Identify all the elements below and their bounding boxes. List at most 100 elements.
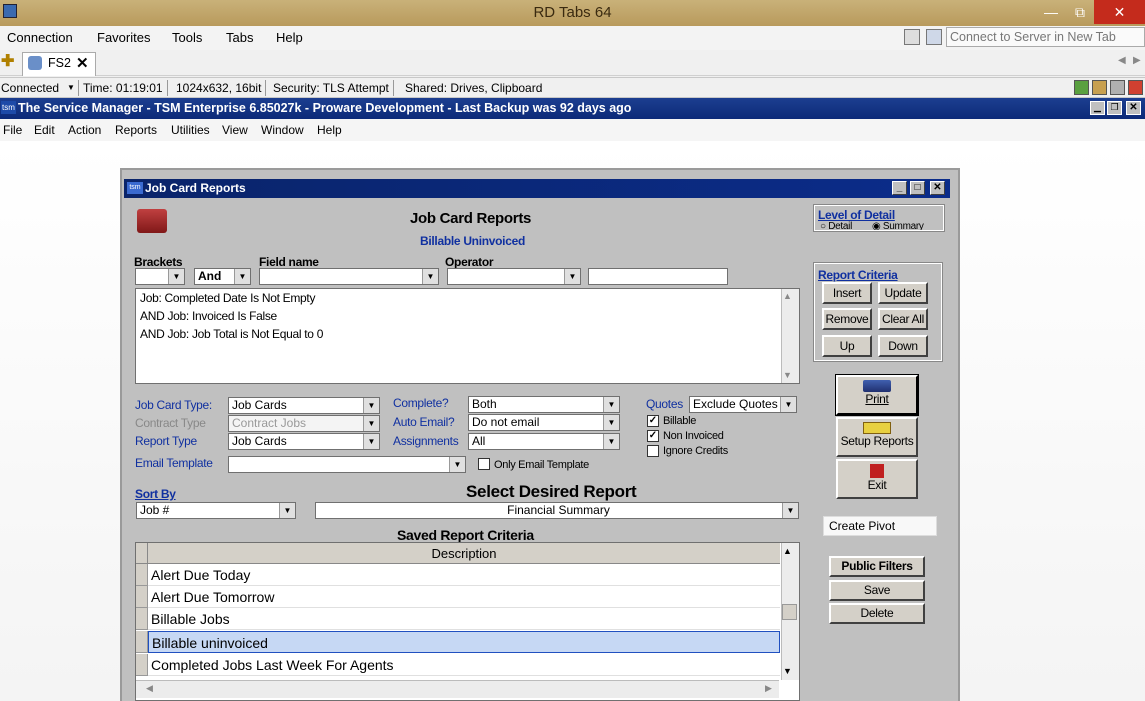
connect-server-input[interactable]: Connect to Server in New Tab [946,27,1145,47]
tsm-menu-utilities[interactable]: Utilities [171,123,210,137]
email-template-select[interactable]: ▼ [228,456,466,473]
scrollbar-thumb[interactable] [782,604,797,620]
tsm-menu-window[interactable]: Window [261,123,304,137]
insert-button[interactable]: Insert [822,282,872,304]
assignments-value: All [472,434,486,448]
update-button[interactable]: Update [878,282,928,304]
minimize-button[interactable]: — [1036,0,1066,24]
billable-checkbox[interactable]: ✓ [647,415,659,427]
only-email-template-checkbox[interactable] [478,458,490,470]
public-filters-button[interactable]: Public Filters [829,556,925,577]
chevron-down-icon: ▼ [603,397,619,412]
menu-connection[interactable]: Connection [7,30,73,45]
assignments-select[interactable]: All ▼ [468,433,620,450]
and-or-select[interactable]: And ▼ [194,268,251,285]
tsm-menu-reports[interactable]: Reports [115,123,157,137]
table-row[interactable]: Billable Jobs [148,608,780,630]
ignore-credits-checkbox[interactable] [647,445,659,457]
tsm-restore-button[interactable]: ❐ [1107,101,1122,115]
menu-tools[interactable]: Tools [172,30,202,45]
status-screen-icon[interactable] [1110,80,1125,95]
tsm-menu-file[interactable]: File [3,123,22,137]
tsm-menu-help[interactable]: Help [317,123,342,137]
close-tab-icon[interactable]: ✕ [76,54,89,72]
print-button[interactable]: Print [835,374,919,416]
criteria-scrollbar[interactable] [781,289,799,383]
dialog-maximize-button[interactable]: □ [910,181,925,195]
tsm-menu-view[interactable]: View [222,123,248,137]
auto-email-label: Auto Email? [393,415,455,429]
summary-radio[interactable]: ◉ Summary [872,221,924,230]
disconnect-icon[interactable] [1128,80,1143,95]
dialog-close-button[interactable]: ✕ [930,181,945,195]
dialog-subheading: Billable Uninvoiced [420,234,525,248]
select-report-select[interactable]: Financial Summary ▼ [315,502,799,519]
table-row-selected[interactable]: Billable uninvoiced [148,631,780,653]
scroll-down-icon[interactable]: ▼ [783,666,792,676]
row-selector[interactable] [136,654,148,676]
report-type-select[interactable]: Job Cards ▼ [228,433,380,450]
remove-button[interactable]: Remove [822,308,872,330]
dialog-minimize-button[interactable]: _ [892,181,907,195]
connection-status[interactable]: Connected ▼ [1,80,79,96]
row-selector[interactable] [136,586,148,608]
scroll-left-icon[interactable]: ◀ [146,683,153,694]
criteria-line: AND Job: Job Total is Not Equal to 0 [140,327,324,341]
grid-view-icon[interactable] [904,29,920,45]
exit-button[interactable]: Exit [836,459,918,499]
table-row[interactable]: Alert Due Today [148,564,780,586]
detail-radio[interactable]: ○ Detail [820,221,852,230]
chevron-down-icon: ▼ [603,415,619,430]
operator-select[interactable]: ▼ [447,268,581,285]
exit-door-icon [870,464,884,478]
tsm-close-button[interactable]: ✕ [1126,101,1141,115]
table-row[interactable]: Alert Due Tomorrow [148,586,780,608]
setup-reports-button[interactable]: Setup Reports [836,417,918,457]
add-tab-icon[interactable]: ✚ [1,54,19,70]
sort-by-select[interactable]: Job # ▼ [136,502,296,519]
row-selector[interactable] [136,631,148,653]
clear-all-button[interactable]: Clear All [878,308,928,330]
move-down-button[interactable]: Down [878,335,928,357]
close-button[interactable]: ✕ [1094,0,1145,24]
quotes-select[interactable]: Exclude Quotes ▼ [689,396,797,413]
brackets-select[interactable]: ▼ [135,268,185,285]
menu-help[interactable]: Help [276,30,303,45]
session-security: Security: TLS Attempt [273,80,394,96]
quotes-value: Exclude Quotes [693,397,778,411]
scroll-up-icon[interactable]: ▲ [783,546,792,556]
tsm-minimize-button[interactable]: ▁ [1090,101,1105,115]
save-button[interactable]: Save [829,580,925,601]
window-view-icon[interactable] [926,29,942,45]
chevron-down-icon: ▼ [363,398,379,413]
auto-email-select[interactable]: Do not email ▼ [468,414,620,431]
scroll-right-icon[interactable]: ▶ [765,683,772,694]
move-up-button[interactable]: Up [822,335,872,357]
scroll-left-icon[interactable]: ◀ [1118,55,1126,66]
non-invoiced-checkbox[interactable]: ✓ [647,430,659,442]
scroll-down-icon[interactable]: ▼ [783,370,792,380]
menu-tabs[interactable]: Tabs [226,30,253,45]
and-or-value: And [198,269,222,283]
status-tools-icon[interactable] [1092,80,1107,95]
complete-select[interactable]: Both ▼ [468,396,620,413]
row-selector[interactable] [136,608,148,630]
table-row[interactable]: Completed Jobs Last Week For Agents [148,654,780,676]
description-column-header[interactable]: Description [148,543,780,564]
tsm-menu-action[interactable]: Action [68,123,101,137]
delete-button[interactable]: Delete [829,603,925,624]
value-input[interactable] [588,268,728,285]
tsm-menu-edit[interactable]: Edit [34,123,55,137]
connection-statusbar [0,77,1145,98]
session-time: Time: 01:19:01 [83,80,168,96]
field-name-select[interactable]: ▼ [259,268,439,285]
create-pivot-button[interactable]: Create Pivot [823,516,937,536]
restore-button[interactable]: ⧉ [1066,0,1094,24]
row-selector[interactable] [136,564,148,586]
scroll-right-icon[interactable]: ▶ [1133,55,1141,66]
status-green-icon[interactable] [1074,80,1089,95]
job-card-type-select[interactable]: Job Cards ▼ [228,397,380,414]
scroll-up-icon[interactable]: ▲ [783,291,792,301]
grid-horizontal-scrollbar[interactable] [136,680,779,698]
menu-favorites[interactable]: Favorites [97,30,150,45]
